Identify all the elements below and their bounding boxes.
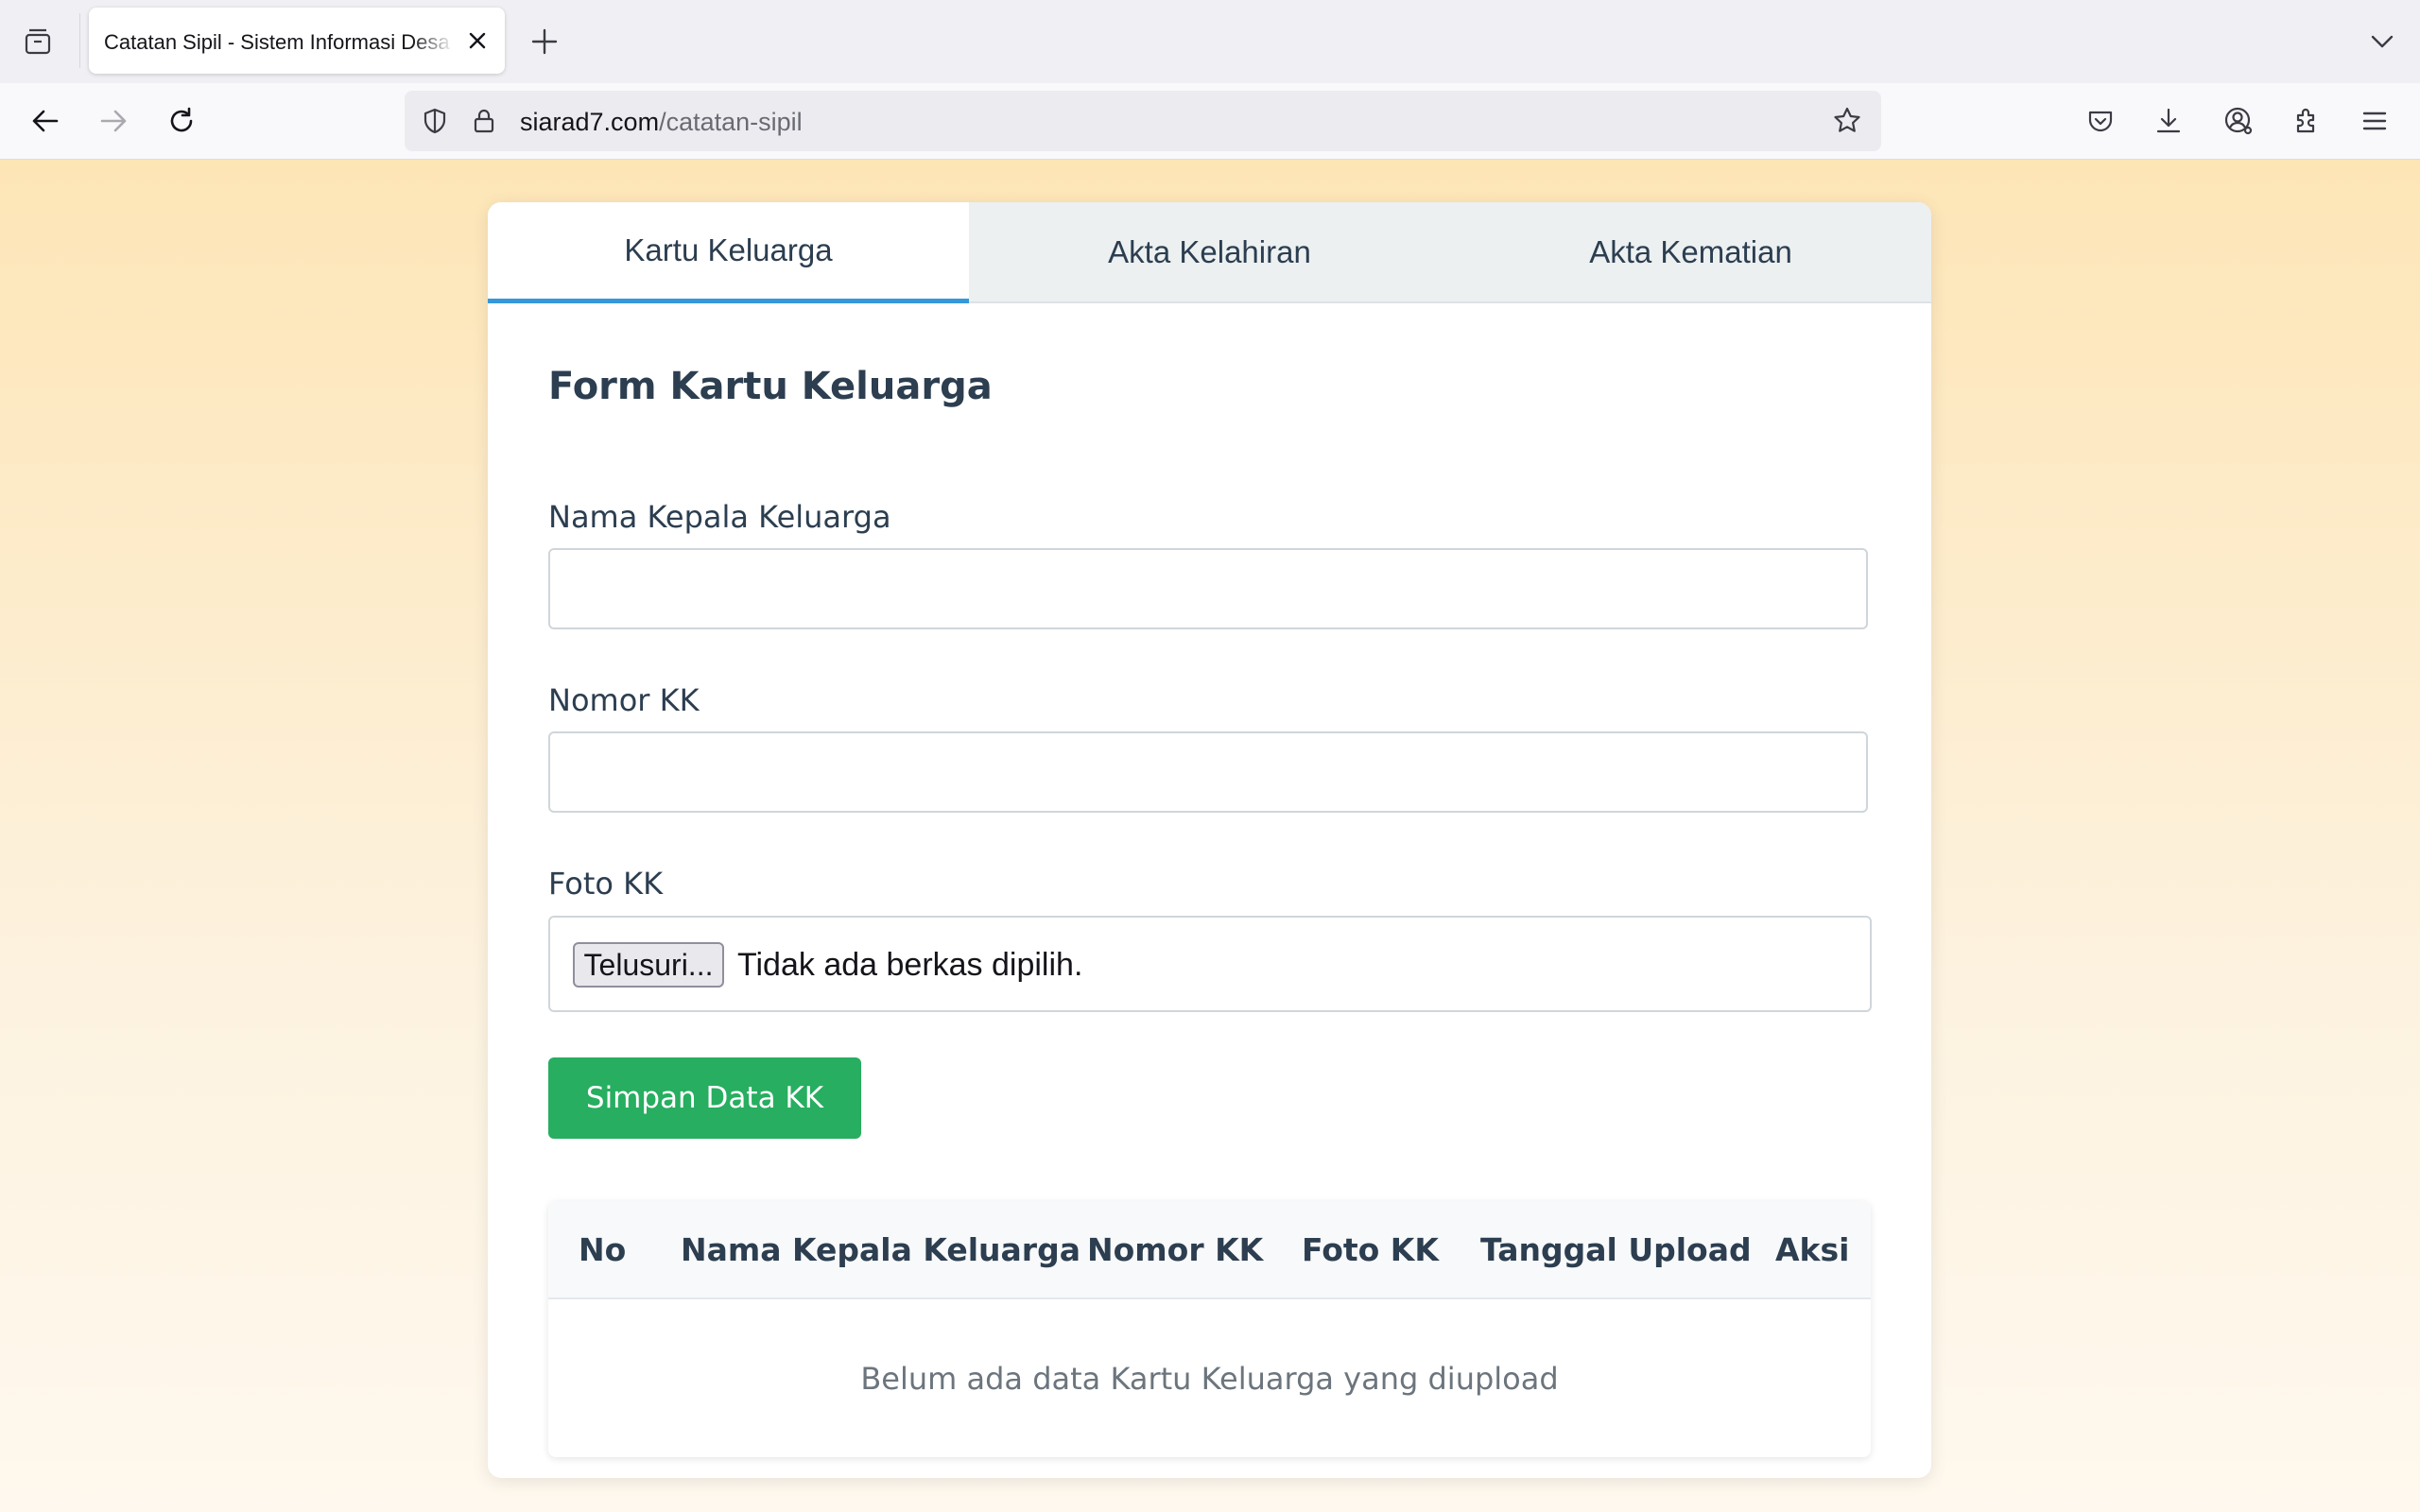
foto-kk-file-input[interactable]: Telusuri... Tidak ada berkas dipilih. xyxy=(548,916,1872,1012)
nomor-kk-input[interactable] xyxy=(548,731,1868,813)
reload-button[interactable] xyxy=(159,98,204,144)
bookmark-button[interactable] xyxy=(1828,102,1866,140)
account-button[interactable] xyxy=(2216,98,2261,144)
browser-toolbar: siarad7.com/catatan-sipil xyxy=(0,83,2420,160)
account-icon xyxy=(2224,107,2253,135)
url-host: siarad7.com xyxy=(520,108,660,136)
url-text[interactable]: siarad7.com/catatan-sipil xyxy=(520,91,803,151)
tab-akta-kematian[interactable]: Akta Kematian xyxy=(1450,202,1931,301)
column-header-tanggal-upload: Tanggal Upload xyxy=(1480,1231,1752,1268)
reload-icon xyxy=(170,107,193,132)
back-arrow-icon xyxy=(32,110,59,132)
table-header: No Nama Kepala Keluarga Nomor KK Foto KK… xyxy=(548,1201,1871,1299)
column-header-foto-kk: Foto KK xyxy=(1302,1231,1439,1268)
tracking-protection-button[interactable] xyxy=(416,102,454,140)
list-all-tabs-button[interactable] xyxy=(2363,23,2401,60)
tab-strip-divider xyxy=(79,13,80,68)
browse-file-button[interactable]: Telusuri... xyxy=(573,942,724,988)
column-header-nomor-kk: Nomor KK xyxy=(1087,1231,1264,1268)
page-viewport: Kartu Keluarga Akta Kelahiran Akta Kemat… xyxy=(0,160,2420,1512)
column-header-aksi: Aksi xyxy=(1775,1231,1850,1268)
form-title: Form Kartu Keluarga xyxy=(548,365,993,408)
site-security-button[interactable] xyxy=(465,102,503,140)
star-icon xyxy=(1834,107,1860,132)
file-status-text: Tidak ada berkas dipilih. xyxy=(737,947,1083,983)
table-empty-message: Belum ada data Kartu Keluarga yang diupl… xyxy=(860,1360,1559,1397)
chevron-down-icon xyxy=(2371,35,2394,48)
browser-tab-strip: Catatan Sipil - Sistem Informasi Desa xyxy=(0,0,2420,84)
close-tab-button[interactable] xyxy=(463,26,492,55)
shield-icon xyxy=(424,108,446,134)
hamburger-menu-icon xyxy=(2362,112,2387,130)
column-header-nama-kepala-keluarga: Nama Kepala Keluarga xyxy=(681,1231,1080,1268)
browser-tab-title: Catatan Sipil - Sistem Informasi Desa xyxy=(104,30,450,54)
foto-kk-label: Foto KK xyxy=(548,866,664,902)
pocket-button[interactable] xyxy=(2078,98,2123,144)
lock-icon xyxy=(474,109,494,133)
extensions-icon xyxy=(2296,108,2315,133)
tab-overview-icon xyxy=(25,28,51,55)
app-menu-button[interactable] xyxy=(2352,98,2397,144)
nomor-kk-label: Nomor KK xyxy=(548,682,700,718)
pocket-icon xyxy=(2088,111,2113,132)
civil-records-card: Kartu Keluarga Akta Kelahiran Akta Kemat… xyxy=(488,202,1931,1478)
back-button[interactable] xyxy=(23,98,68,144)
forward-arrow-icon xyxy=(100,110,127,132)
nama-kepala-keluarga-input[interactable] xyxy=(548,548,1868,629)
download-icon xyxy=(2156,108,2181,133)
forward-button[interactable] xyxy=(91,98,136,144)
column-header-no: No xyxy=(579,1231,627,1268)
tab-akta-kelahiran[interactable]: Akta Kelahiran xyxy=(969,202,1450,301)
browser-tab[interactable]: Catatan Sipil - Sistem Informasi Desa xyxy=(89,8,505,74)
downloads-button[interactable] xyxy=(2146,98,2191,144)
url-path: /catatan-sipil xyxy=(659,108,803,136)
record-type-tabs: Kartu Keluarga Akta Kelahiran Akta Kemat… xyxy=(488,202,1931,303)
nama-kepala-keluarga-label: Nama Kepala Keluarga xyxy=(548,499,891,535)
new-tab-button[interactable] xyxy=(526,23,563,60)
kk-data-table: No Nama Kepala Keluarga Nomor KK Foto KK… xyxy=(548,1201,1871,1457)
save-kk-button[interactable]: Simpan Data KK xyxy=(548,1057,861,1139)
address-bar[interactable]: siarad7.com/catatan-sipil xyxy=(405,91,1881,151)
extensions-button[interactable] xyxy=(2284,98,2329,144)
tab-kartu-keluarga[interactable]: Kartu Keluarga xyxy=(488,202,969,303)
plus-icon xyxy=(531,28,558,55)
tab-overview-button[interactable] xyxy=(19,23,57,60)
close-icon xyxy=(469,32,486,49)
